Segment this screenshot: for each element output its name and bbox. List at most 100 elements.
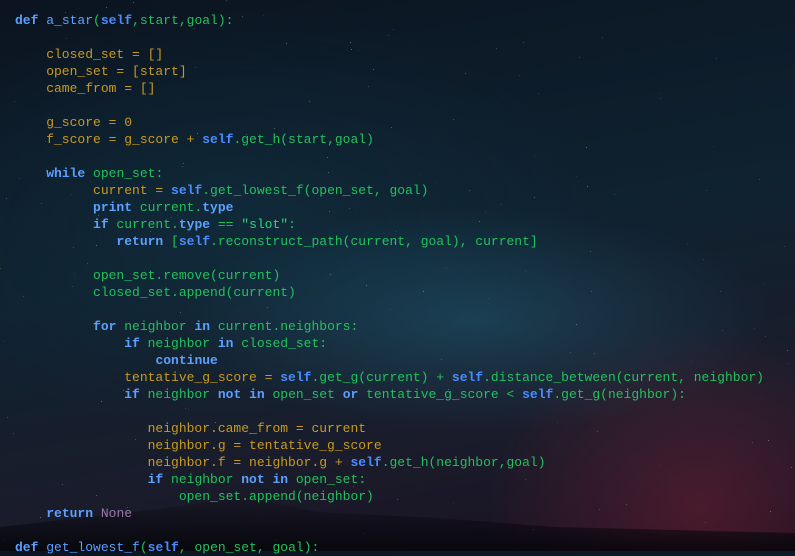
code-token: tentative_g_score =: [15, 370, 281, 385]
code-token: a_star: [46, 13, 94, 28]
terminal-window: { "colors": { "keyword": "#5ba0ff", "sel…: [0, 0, 795, 555]
code-token: neighbor: [139, 387, 218, 402]
code-token: def: [15, 13, 39, 28]
code-token: .get_lowest_f(open_set, goal): [202, 183, 429, 198]
code-line: if neighbor not in open_set or tentative…: [15, 386, 764, 403]
code-line: while open_set:: [15, 165, 764, 182]
code-token: ,start,goal):: [132, 13, 234, 28]
code-token: if: [124, 336, 140, 351]
code-token: .get_g(neighbor):: [553, 387, 686, 402]
code-token: current.: [132, 200, 203, 215]
code-line: def get_lowest_f(self, open_set, goal):: [15, 539, 764, 556]
code-token: open_set = [start]: [15, 64, 187, 79]
code-token: self: [280, 370, 312, 385]
code-token: if: [147, 472, 164, 487]
code-token: not: [241, 472, 265, 487]
code-token: if: [93, 217, 109, 232]
code-line: current = self.get_lowest_f(open_set, go…: [15, 182, 764, 199]
code-token: neighbor: [163, 472, 242, 487]
code-token: current.neighbors:: [210, 319, 359, 334]
code-token: .get_h(start,goal): [233, 132, 374, 147]
code-token: closed_set = []: [15, 47, 164, 62]
code-token: while: [46, 166, 86, 181]
code-token: continue: [155, 353, 218, 368]
code-token: neighbor: [116, 319, 195, 334]
code-token: tentative_g_score <: [358, 387, 523, 402]
code-token: return: [116, 234, 164, 249]
code-token: neighbor: [139, 336, 218, 351]
code-token: self: [522, 387, 554, 402]
code-token: self: [147, 540, 179, 555]
code-token: closed_set.append(current): [15, 285, 296, 300]
code-token: not: [217, 387, 242, 402]
code-editor[interactable]: def a_star(self,start,goal): closed_set …: [15, 12, 764, 556]
code-token: self: [178, 234, 211, 249]
code-line: closed_set = []: [15, 46, 764, 63]
code-token: neighbor.came_from = current: [15, 421, 367, 436]
code-line: f_score = g_score + self.get_h(start,goa…: [15, 131, 764, 148]
code-token: neighbor.g = tentative_g_score: [15, 438, 382, 453]
code-token: f_score = g_score +: [15, 132, 203, 147]
code-token: None: [100, 506, 133, 521]
code-line: neighbor.f = neighbor.g + self.get_h(nei…: [15, 454, 764, 471]
code-line: for neighbor in current.neighbors:: [15, 318, 764, 335]
code-token: g_score = 0: [15, 115, 133, 130]
code-token: .reconstruct_path(current, goal), curren…: [210, 234, 538, 249]
code-token: .get_h(neighbor,goal): [381, 455, 546, 470]
code-token: for: [93, 319, 117, 334]
code-token: open_set:: [85, 166, 164, 181]
code-line: open_set = [start]: [15, 63, 764, 80]
code-token: in: [194, 319, 211, 334]
code-line: return None: [15, 505, 764, 522]
code-token: :: [288, 217, 296, 232]
code-line: neighbor.g = tentative_g_score: [15, 437, 764, 454]
code-token: in: [217, 336, 234, 351]
code-token: self: [451, 370, 484, 385]
code-token: current =: [15, 183, 172, 198]
code-token: or: [342, 387, 359, 402]
code-token: type: [202, 200, 234, 215]
code-token: return: [46, 506, 94, 521]
code-line: if current.type == "slot":: [15, 216, 764, 233]
code-line: return [self.reconstruct_path(current, g…: [15, 233, 764, 250]
code-token: get_lowest_f: [46, 540, 140, 555]
code-token: ==: [210, 217, 242, 232]
code-line: open_set.remove(current): [15, 267, 764, 284]
code-token: self: [202, 132, 234, 147]
code-line: came_from = []: [15, 80, 764, 97]
code-token: open_set: [264, 387, 343, 402]
code-token: came_from = []: [15, 81, 156, 96]
code-token: self: [100, 13, 133, 28]
code-line: open_set.append(neighbor): [15, 488, 764, 505]
code-line: neighbor.came_from = current: [15, 420, 764, 437]
code-token: self: [350, 455, 382, 470]
code-token: open_set.remove(current): [15, 268, 281, 283]
code-token: type: [178, 217, 211, 232]
code-token: def: [15, 540, 39, 555]
code-token: in: [272, 472, 289, 487]
code-line: def a_star(self,start,goal):: [15, 12, 764, 29]
code-line: tentative_g_score = self.get_g(current) …: [15, 369, 764, 386]
code-line: if neighbor in closed_set:: [15, 335, 764, 352]
code-line: closed_set.append(current): [15, 284, 764, 301]
code-token: , open_set, goal):: [178, 540, 320, 555]
code-token: neighbor.f = neighbor.g +: [15, 455, 351, 470]
code-line: g_score = 0: [15, 114, 764, 131]
